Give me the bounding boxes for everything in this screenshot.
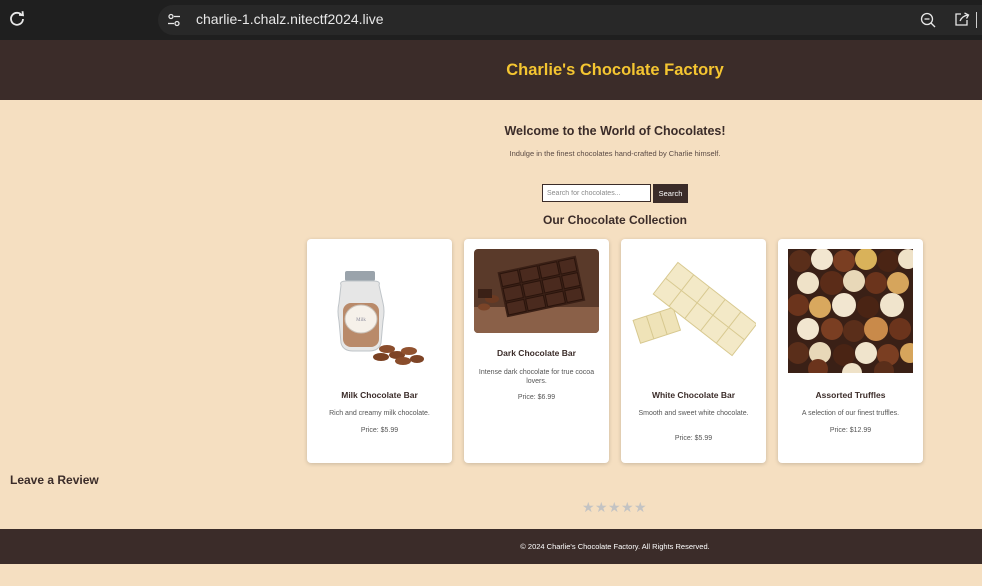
star-icon[interactable]: ★ — [621, 500, 634, 514]
product-card-dark-chocolate[interactable]: Dark Chocolate Bar Intense dark chocolat… — [464, 239, 609, 463]
product-card-assorted-truffles[interactable]: Assorted Truffles A selection of our fin… — [778, 239, 923, 463]
product-price: Price: $5.99 — [674, 435, 713, 442]
search-button[interactable]: Search — [653, 184, 688, 203]
star-icon[interactable]: ★ — [608, 500, 621, 514]
product-price: Price: $12.99 — [829, 427, 872, 434]
zoom-out-icon[interactable] — [920, 12, 936, 28]
white-chocolate-bar-image — [631, 249, 756, 373]
site-settings-icon[interactable] — [166, 12, 182, 28]
product-description: Intense dark chocolate for true cocoa lo… — [478, 369, 595, 385]
collection-heading: Our Chocolate Collection — [542, 213, 687, 227]
star-icon[interactable]: ★ — [595, 500, 608, 514]
toolbar-divider — [976, 12, 977, 28]
search-input[interactable] — [542, 184, 651, 202]
product-name: White Chocolate Bar — [651, 390, 736, 400]
product-name: Dark Chocolate Bar — [497, 348, 576, 358]
url-text[interactable]: charlie-1.chalz.nitectf2024.live — [196, 11, 384, 27]
site-title: Charlie's Chocolate Factory — [506, 61, 724, 79]
milk-chocolate-jar-image: Milk — [317, 263, 442, 373]
product-description: A selection of our finest truffles. — [801, 410, 900, 417]
tagline: Indulge in the finest chocolates hand-cr… — [509, 149, 721, 158]
reload-icon[interactable] — [8, 10, 26, 28]
footer-copyright: © 2024 Charlie's Chocolate Factory. All … — [520, 542, 710, 551]
review-heading: Leave a Review — [10, 473, 99, 487]
product-description: Rich and creamy milk chocolate. — [329, 410, 430, 417]
product-name: Assorted Truffles — [815, 390, 886, 400]
share-icon[interactable] — [954, 11, 970, 27]
assorted-truffles-image — [788, 249, 913, 373]
product-card-white-chocolate[interactable]: White Chocolate Bar Smooth and sweet whi… — [621, 239, 766, 463]
product-card-milk-chocolate[interactable]: Milk Milk Chocolate Bar Rich and creamy … — [307, 239, 452, 463]
svg-text:Milk: Milk — [356, 318, 366, 323]
star-rating[interactable]: ★ ★ ★ ★ ★ — [582, 500, 652, 517]
star-icon[interactable]: ★ — [582, 500, 595, 514]
browser-toolbar: charlie-1.chalz.nitectf2024.live — [0, 0, 982, 40]
product-name: Milk Chocolate Bar — [341, 390, 418, 400]
star-icon[interactable]: ★ — [634, 500, 647, 514]
welcome-heading: Welcome to the World of Chocolates! — [504, 124, 726, 138]
product-description: Smooth and sweet white chocolate. — [638, 410, 749, 417]
product-price: Price: $6.99 — [517, 394, 556, 401]
dark-chocolate-bar-image — [474, 249, 599, 333]
product-price: Price: $5.99 — [360, 427, 399, 434]
